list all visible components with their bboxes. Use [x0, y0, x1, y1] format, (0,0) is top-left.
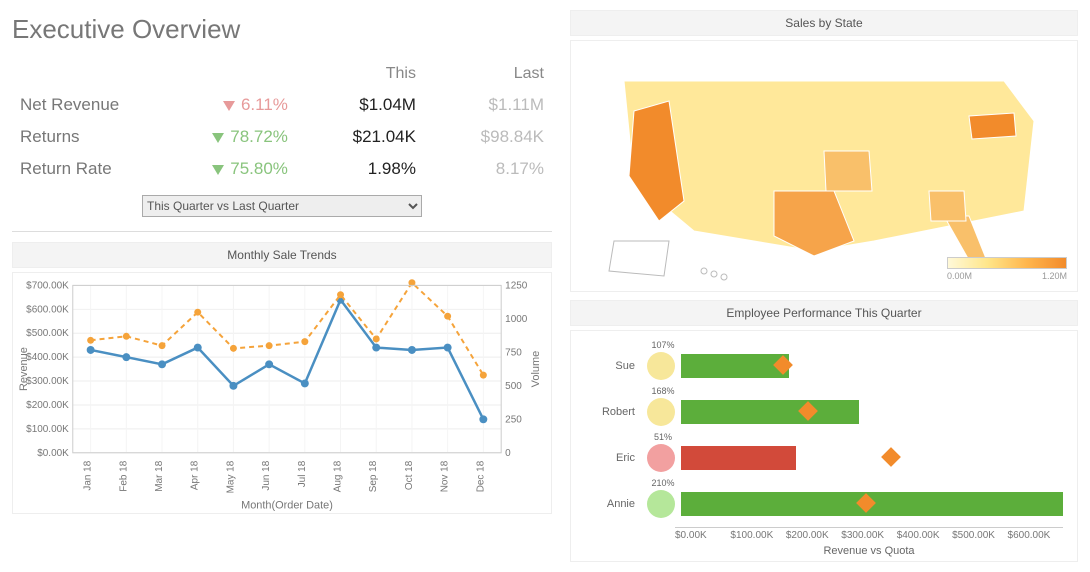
kpi-delta: 6.11%	[148, 89, 296, 121]
employee-pct-bubble: 107%	[647, 352, 675, 380]
svg-text:1000: 1000	[505, 314, 528, 325]
svg-text:Oct 18: Oct 18	[404, 460, 415, 490]
employee-bar-track	[681, 492, 1063, 516]
kpi-header-last: Last	[424, 59, 552, 89]
kpi-last: $1.11M	[424, 89, 552, 121]
employee-pct-bubble: 168%	[647, 398, 675, 426]
monthly-trends-chart[interactable]: $0.00K $100.00K $200.00K $300.00K $400.00K $5…	[12, 272, 552, 514]
svg-text:1250: 1250	[505, 280, 528, 291]
kpi-label: Return Rate	[12, 153, 148, 185]
svg-text:$200.00K: $200.00K	[26, 400, 69, 411]
employee-bar-track	[681, 446, 1063, 470]
employee-revenue-bar	[681, 354, 789, 378]
svg-text:Feb 18: Feb 18	[118, 460, 129, 491]
employee-pct-bubble: 210%	[647, 490, 675, 518]
svg-text:$400.00K: $400.00K	[26, 352, 69, 363]
svg-text:Nov 18: Nov 18	[440, 460, 451, 492]
svg-text:Sep 18: Sep 18	[368, 460, 379, 492]
svg-text:$100.00K: $100.00K	[26, 424, 69, 435]
svg-text:Volume: Volume	[530, 351, 542, 387]
kpi-table: This Last Net Revenue 6.11% $1.04M $1.11…	[12, 59, 552, 185]
svg-text:Revenue: Revenue	[18, 347, 30, 391]
svg-text:0: 0	[505, 448, 511, 459]
employee-row: Robert 168%	[575, 389, 1063, 435]
kpi-this: 1.98%	[296, 153, 424, 185]
employee-quota-marker	[881, 447, 901, 467]
svg-text:250: 250	[505, 414, 522, 425]
employee-row: Sue 107%	[575, 343, 1063, 389]
svg-text:Jul 18: Jul 18	[297, 460, 308, 487]
svg-text:750: 750	[505, 347, 522, 358]
usa-map-icon	[571, 41, 1077, 291]
sales-by-state-title: Sales by State	[570, 10, 1078, 36]
employee-revenue-bar	[681, 400, 859, 424]
sales-by-state-map[interactable]: 0.00M1.20M	[570, 40, 1078, 292]
employee-xlabel: Revenue vs Quota	[675, 545, 1063, 557]
svg-text:$600.00K: $600.00K	[26, 304, 69, 315]
svg-text:$0.00K: $0.00K	[37, 448, 69, 459]
employee-bar-track	[681, 354, 1063, 378]
kpi-delta: 78.72%	[148, 121, 296, 153]
employee-row: Eric 51%	[575, 435, 1063, 481]
kpi-row: Returns 78.72% $21.04K $98.84K	[12, 121, 552, 153]
kpi-label: Returns	[12, 121, 148, 153]
employee-name: Eric	[575, 452, 641, 464]
employee-name: Sue	[575, 360, 641, 372]
svg-text:May 18: May 18	[225, 460, 236, 493]
svg-text:Apr 18: Apr 18	[190, 460, 201, 490]
svg-text:Mar 18: Mar 18	[154, 460, 165, 491]
kpi-last: $98.84K	[424, 121, 552, 153]
svg-text:Jan 18: Jan 18	[83, 460, 94, 490]
kpi-last: 8.17%	[424, 153, 552, 185]
period-selector[interactable]: This Quarter vs Last Quarter	[142, 195, 422, 217]
svg-text:$500.00K: $500.00K	[26, 328, 69, 339]
page-title: Executive Overview	[12, 14, 552, 45]
kpi-row: Net Revenue 6.11% $1.04M $1.11M	[12, 89, 552, 121]
kpi-header-this: This	[296, 59, 424, 89]
employee-revenue-bar	[681, 446, 796, 470]
employee-name: Annie	[575, 498, 641, 510]
employee-name: Robert	[575, 406, 641, 418]
employee-performance-chart[interactable]: Sue107%Robert168%Eric51%Annie210% $0.00K…	[570, 330, 1078, 562]
svg-text:Dec 18: Dec 18	[475, 460, 486, 492]
svg-text:$700.00K: $700.00K	[26, 280, 69, 291]
kpi-this: $1.04M	[296, 89, 424, 121]
svg-text:Aug 18: Aug 18	[333, 460, 344, 492]
employee-pct-bubble: 51%	[647, 444, 675, 472]
svg-text:$300.00K: $300.00K	[26, 376, 69, 387]
kpi-row: Return Rate 75.80% 1.98% 8.17%	[12, 153, 552, 185]
triangle-down-icon	[223, 101, 235, 111]
employee-row: Annie 210%	[575, 481, 1063, 527]
employee-bar-track	[681, 400, 1063, 424]
triangle-down-icon	[212, 165, 224, 175]
map-legend: 0.00M1.20M	[947, 257, 1067, 281]
kpi-this: $21.04K	[296, 121, 424, 153]
svg-text:Jun 18: Jun 18	[261, 460, 272, 490]
kpi-label: Net Revenue	[12, 89, 148, 121]
kpi-delta: 75.80%	[148, 153, 296, 185]
svg-text:Month(Order Date): Month(Order Date)	[241, 500, 333, 512]
divider	[12, 231, 552, 232]
svg-text:500: 500	[505, 381, 522, 392]
monthly-trends-title: Monthly Sale Trends	[12, 242, 552, 268]
triangle-down-icon	[212, 133, 224, 143]
employee-performance-title: Employee Performance This Quarter	[570, 300, 1078, 326]
